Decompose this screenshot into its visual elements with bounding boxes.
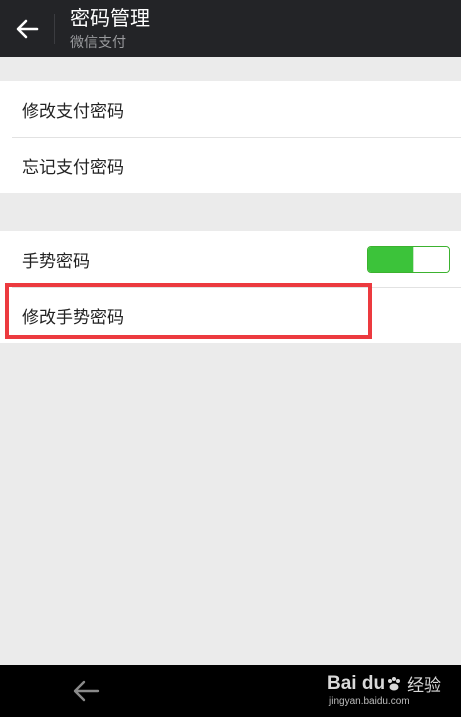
- gesture-password-group: 手势密码 修改手势密码: [0, 231, 461, 343]
- baidu-logo: Bai du 经验: [327, 671, 441, 696]
- system-nav-bar: Bai du 经验 jingyan.baidu.com: [0, 665, 461, 717]
- toggle-fill: [368, 247, 414, 272]
- page-title: 密码管理: [70, 6, 150, 30]
- arrow-left-icon: [16, 19, 39, 38]
- gesture-password-toggle[interactable]: [367, 246, 450, 273]
- app-header: 密码管理 微信支付: [0, 0, 461, 57]
- forgot-payment-password-item[interactable]: 忘记支付密码: [0, 137, 461, 193]
- jingyan-text: 经验: [407, 676, 442, 695]
- back-button[interactable]: [0, 0, 54, 57]
- item-label: 修改支付密码: [22, 101, 124, 122]
- item-label: 手势密码: [22, 251, 90, 272]
- toggle-knob: [413, 247, 449, 272]
- payment-password-group: 修改支付密码 忘记支付密码: [0, 81, 461, 193]
- gesture-password-item: 手势密码: [0, 231, 461, 287]
- baidu-watermark: Bai du 经验 jingyan.baidu.com: [327, 669, 447, 713]
- baidu-logo-text: Bai du: [327, 672, 386, 694]
- item-label: 修改手势密码: [22, 307, 124, 328]
- arrow-left-icon: [73, 680, 100, 702]
- item-label: 忘记支付密码: [22, 157, 124, 178]
- paw-icon: [388, 676, 401, 690]
- change-payment-password-item[interactable]: 修改支付密码: [0, 81, 461, 137]
- watermark-url: jingyan.baidu.com: [329, 696, 410, 707]
- change-gesture-password-item[interactable]: 修改手势密码: [0, 287, 461, 343]
- nav-back-button[interactable]: [68, 675, 104, 707]
- header-divider: [54, 14, 55, 44]
- page-subtitle: 微信支付: [70, 35, 126, 51]
